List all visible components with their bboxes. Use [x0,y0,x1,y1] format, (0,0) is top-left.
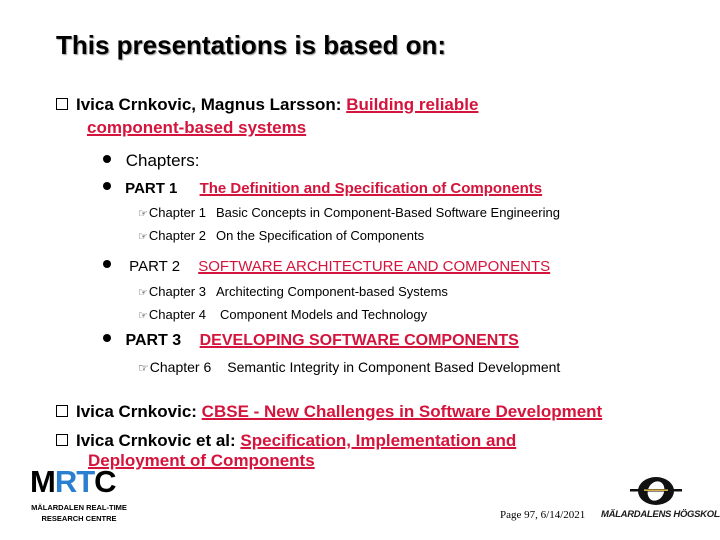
page-info: Page 97, 6/14/2021 [500,509,586,521]
reference-link[interactable]: CBSE - New Challenges in Software Develo… [202,402,603,421]
chapter-item: ☞Chapter 1 Basic Concepts in Component-Ba… [138,205,560,220]
mrtc-logo-m: M [30,464,56,499]
pointing-hand-icon: ☞ [138,231,148,243]
chapter-number: Chapter 4 [148,307,206,322]
bullet-dot-icon [103,182,111,190]
reference-link-cont[interactable]: Deployment of Components [88,451,315,470]
mrtc-logo-caption: MÄLARDALEN REAL-TIME RESEARCH CENTRE [28,502,130,524]
chapter-number: Chapter 1 [148,205,206,220]
part-1: PART 1 The Definition and Specification … [103,180,542,197]
chapters-item: Chapters: [103,151,199,171]
reference-2: Ivica Crnkovic: CBSE - New Challenges in… [56,402,602,422]
chapter-title: On the Specification of Components [215,228,425,243]
mrtc-logo-rt: RT [54,464,95,499]
chapter-title: Architecting Component-based Systems [215,284,448,299]
reference-author: Ivica Crnkovic, Magnus Larsson: [76,95,347,114]
bullet-dot-icon [103,260,111,268]
part-2: PART 2 SOFTWARE ARCHITECTURE AND COMPONE… [103,258,550,275]
chapter-item: ☞Chapter 2 On the Specification of Compon… [138,228,424,243]
mrtc-logo-c: C [94,464,116,499]
bullet-dot-icon [103,155,111,163]
part-title-link[interactable]: DEVELOPING SOFTWARE COMPONENTS [200,332,519,349]
mdh-logo-text: MÄLARDALENS HÖGSKOLA [601,509,720,520]
chapter-number: Chapter 2 [148,228,206,243]
pointing-hand-icon: ☞ [138,287,148,299]
reference-link[interactable]: Building reliable [346,95,478,114]
reference-link[interactable]: Specification, Implementation and [240,431,516,450]
reference-1: Ivica Crnkovic, Magnus Larsson: Building… [56,95,478,115]
square-bullet-icon [56,434,68,446]
part-label: PART 3 [125,332,182,349]
chapter-number: Chapter 6 [149,359,212,375]
chapter-title: Basic Concepts in Component-Based Softwa… [215,205,560,220]
slide-title: This presentations is based on: [56,30,447,60]
chapter-item: ☞Chapter 4 Component Models and Technolog… [138,307,427,322]
reference-author: Ivica Crnkovic et al: [76,431,241,450]
chapter-title: Semantic Integrity in Component Based De… [227,359,561,375]
reference-3: Ivica Crnkovic et al: Specification, Imp… [56,431,516,451]
reference-link-cont[interactable]: component-based systems [87,118,306,137]
chapters-label: Chapters: [125,151,200,170]
reference-1-line2: component-based systems [87,118,306,138]
reference-3-line2: Deployment of Components [88,451,315,471]
mrtc-caption-line1: MÄLARDALEN REAL-TIME [31,503,127,512]
part-title-link[interactable]: SOFTWARE ARCHITECTURE AND COMPONENTS [198,258,550,275]
part-3: PART 3 DEVELOPING SOFTWARE COMPONENTS [103,332,519,350]
pointing-hand-icon: ☞ [138,361,149,375]
reference-author: Ivica Crnkovic: [76,402,202,421]
pointing-hand-icon: ☞ [138,310,148,322]
square-bullet-icon [56,405,68,417]
mrtc-caption-line2: RESEARCH CENTRE [41,514,117,523]
chapter-item: ☞Chapter 3 Architecting Component-based S… [138,284,448,299]
part-label: PART 2 [129,258,181,275]
chapter-item: ☞Chapter 6 Semantic Integrity in Componen… [138,359,560,375]
bullet-dot-icon [103,334,111,342]
chapter-title: Component Models and Technology [219,307,428,322]
part-label: PART 1 [125,180,178,197]
mdh-logo-icon [628,474,684,513]
pointing-hand-icon: ☞ [138,208,148,220]
square-bullet-icon [56,98,68,110]
mrtc-logo: MRTC [30,464,117,499]
part-title-link[interactable]: The Definition and Specification of Comp… [200,180,543,197]
chapter-number: Chapter 3 [148,284,206,299]
